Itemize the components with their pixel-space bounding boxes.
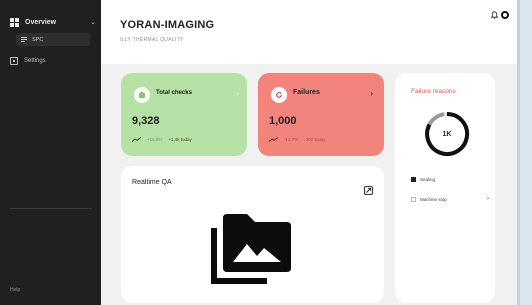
expand-icon[interactable]: [364, 186, 373, 195]
failure-reasons-card: Failure reasons 1K Sealing Machine stop …: [395, 73, 495, 303]
menu-lines-icon: [21, 37, 27, 42]
photo-library-icon: [211, 214, 291, 284]
nav-overview[interactable]: Overview ⌄: [10, 15, 96, 29]
nav-sub-label: SPC: [32, 36, 44, 43]
settings-icon: [10, 57, 18, 65]
arrow-right-icon[interactable]: ›: [370, 89, 373, 98]
header-actions: [491, 11, 509, 19]
header: YORAN-IMAGING ILLY THERMAL QUALITY: [101, 0, 517, 64]
sidebar: Overview ⌄ SPC Settings Help: [0, 0, 101, 305]
arrow-right-icon[interactable]: ›: [487, 196, 489, 202]
main-area: YORAN-IMAGING ILLY THERMAL QUALITY Total…: [101, 0, 517, 305]
legend-item: Sealing: [411, 177, 435, 182]
realtime-qa-title: Realtime QA: [132, 179, 172, 186]
chevron-down-icon[interactable]: ⌄: [90, 18, 96, 26]
total-checks-title: Total checks: [156, 90, 192, 96]
failure-reasons-title: Failure reasons: [411, 88, 456, 95]
failures-stats: -12.7% -300 today: [269, 137, 326, 142]
bell-icon[interactable]: [491, 11, 498, 19]
sidebar-divider: [10, 208, 92, 209]
failures-value: 1,000: [269, 115, 297, 127]
total-checks-card[interactable]: Total checks › 9,328 +15.6% +1.4k today: [121, 73, 247, 156]
nav-help[interactable]: Help: [10, 287, 20, 293]
total-checks-value: 9,328: [132, 115, 160, 127]
overview-grid-icon: [10, 17, 19, 27]
nav-settings-label: Settings: [24, 58, 46, 64]
donut-center-label: 1K: [442, 130, 452, 138]
total-checks-today: +1.4k today: [168, 137, 192, 142]
check-icon: [134, 87, 150, 103]
legend-item[interactable]: Machine stop ›: [411, 196, 489, 202]
total-checks-change: +15.6%: [147, 137, 163, 142]
legend-swatch: [411, 196, 416, 202]
legend-label: Sealing: [420, 177, 436, 182]
failures-title: Failures: [293, 89, 320, 96]
nav-settings[interactable]: Settings: [10, 55, 46, 67]
failures-change: -12.7%: [284, 137, 299, 142]
total-checks-stats: +15.6% +1.4k today: [132, 137, 192, 142]
realtime-qa-card: Realtime QA: [121, 166, 384, 303]
refresh-icon: [271, 87, 287, 103]
trend-icon: [132, 137, 141, 142]
failures-today: -300 today: [304, 137, 326, 142]
arrow-right-icon[interactable]: ›: [236, 89, 239, 98]
window-right-edge: [517, 0, 532, 305]
legend-label: Machine stop: [420, 196, 447, 202]
trend-icon: [269, 137, 278, 142]
failures-card[interactable]: Failures › 1,000 -12.7% -300 today: [258, 73, 384, 156]
page-subtitle: ILLY THERMAL QUALITY: [120, 37, 184, 43]
user-dot-icon[interactable]: [501, 11, 509, 19]
page-title: YORAN-IMAGING: [120, 19, 215, 31]
legend-swatch: [411, 177, 416, 182]
nav-sub-spc[interactable]: SPC: [16, 33, 90, 46]
nav-overview-label: Overview: [25, 18, 57, 26]
